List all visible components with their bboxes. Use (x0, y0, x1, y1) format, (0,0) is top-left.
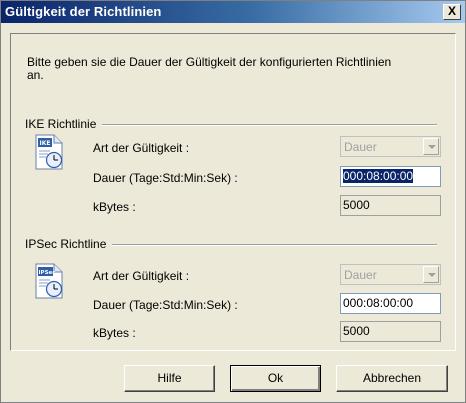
ipsec-duration-input[interactable]: 000:08:00:00 (340, 293, 441, 314)
ike-duration-value: 000:08:00:00 (343, 169, 414, 183)
ike-duration-label: Dauer (Tage:Std:Min:Sek) : (93, 171, 238, 185)
ok-button[interactable]: Ok (230, 365, 321, 392)
ike-kbytes-field: 5000 (340, 195, 441, 216)
ike-duration-input[interactable]: 000:08:00:00 (340, 166, 441, 187)
description-text: Bitte geben sie die Dauer der Gültigkeit… (27, 55, 392, 82)
cancel-button[interactable]: Abbrechen (336, 365, 448, 392)
help-button[interactable]: Hilfe (124, 365, 215, 392)
ipsec-policy-icon: IPSec (35, 263, 63, 299)
ike-validity-type-label: Art der Gültigkeit : (93, 141, 190, 155)
ipsec-kbytes-label: kBytes : (93, 326, 136, 340)
ipsec-validity-type-label: Art der Gültigkeit : (93, 269, 190, 283)
dialog-window: Gültigkeit der Richtlinien X Bitte geben… (0, 0, 466, 403)
ipsec-validity-type-value: Dauer (344, 268, 377, 282)
ike-icon-text: IKE (40, 140, 51, 147)
ipsec-icon-text: IPSec (39, 270, 56, 276)
window-title: Gültigkeit der Richtlinien (5, 4, 162, 19)
ike-group-label: IKE Richtlinie (25, 117, 103, 131)
ipsec-duration-label: Dauer (Tage:Std:Min:Sek) : (93, 298, 238, 312)
ipsec-validity-type-select: Dauer (340, 264, 441, 285)
chevron-down-icon (423, 138, 439, 155)
ipsec-group-label: IPSec Richtline (25, 237, 113, 251)
close-button[interactable]: X (443, 4, 461, 20)
ike-validity-type-select: Dauer (340, 136, 441, 157)
ike-validity-type-value: Dauer (344, 140, 377, 154)
title-bar[interactable]: Gültigkeit der Richtlinien X (1, 1, 465, 23)
ike-kbytes-label: kBytes : (93, 200, 136, 214)
chevron-down-icon (423, 266, 439, 283)
ike-policy-icon: IKE (35, 134, 63, 170)
ipsec-kbytes-field: 5000 (340, 321, 441, 342)
